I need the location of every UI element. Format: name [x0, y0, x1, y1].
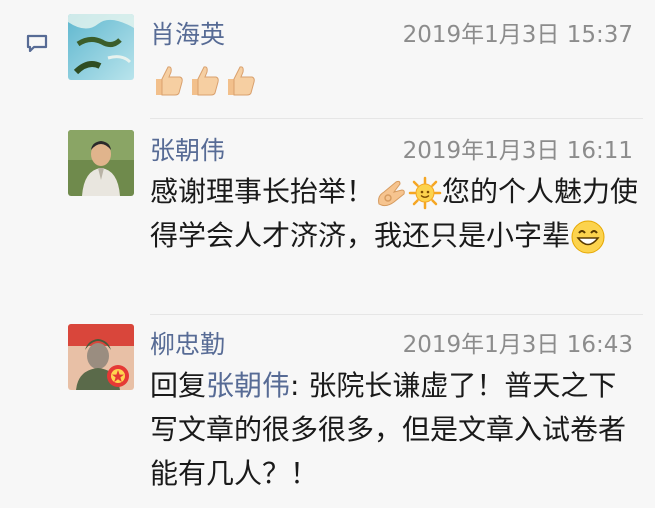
commenter-name[interactable]: 张朝伟 [150, 136, 225, 166]
comment-body: 感谢理事长抬举！ 您的个人魅力使得学会人才济济，我还只是小字辈 [150, 170, 640, 258]
reply-to-name[interactable]: 张朝伟 [206, 369, 290, 402]
comment-time: 2019年1月3日 16:11 [402, 138, 633, 164]
comment-item: 柳忠勤 2019年1月3日 16:43 回复张朝伟: 张院长谦虚了！普天之下写文… [68, 324, 643, 504]
comment-body [150, 58, 640, 102]
comment-text: 感谢理事长抬举！ [150, 175, 375, 208]
divider [150, 118, 643, 119]
sun-icon [408, 176, 442, 210]
avatar[interactable] [68, 324, 134, 390]
avatar[interactable] [68, 14, 134, 80]
comment-item: 肖海英 2019年1月3日 15:37 [68, 14, 643, 114]
thumbs-up-icon [192, 66, 219, 96]
avatar-image [68, 324, 134, 390]
thumbs-up-icon [156, 66, 183, 96]
reply-prefix: 回复 [150, 369, 207, 402]
commenter-name[interactable]: 肖海英 [150, 20, 225, 50]
ok-hand-icon [378, 180, 405, 207]
comment-body: 回复张朝伟: 张院长谦虚了！普天之下写文章的很多很多，但是文章入试卷者能有几人？… [150, 364, 640, 496]
comments-panel: 肖海英 2019年1月3日 15:37 张朝伟 2019年1月3日 16:11 … [0, 0, 655, 508]
comment-time: 2019年1月3日 15:37 [402, 22, 633, 48]
comment-icon [26, 34, 48, 52]
avatar[interactable] [68, 130, 134, 196]
smile-icon [571, 220, 605, 254]
comment-item: 张朝伟 2019年1月3日 16:11 感谢理事长抬举！ 您的个人魅力使得学会人… [68, 130, 643, 310]
divider [150, 314, 643, 315]
avatar-image [68, 14, 134, 80]
comment-time: 2019年1月3日 16:43 [402, 332, 633, 358]
thumbs-up-icon [228, 66, 255, 96]
commenter-name[interactable]: 柳忠勤 [150, 330, 225, 360]
avatar-image [68, 130, 134, 196]
